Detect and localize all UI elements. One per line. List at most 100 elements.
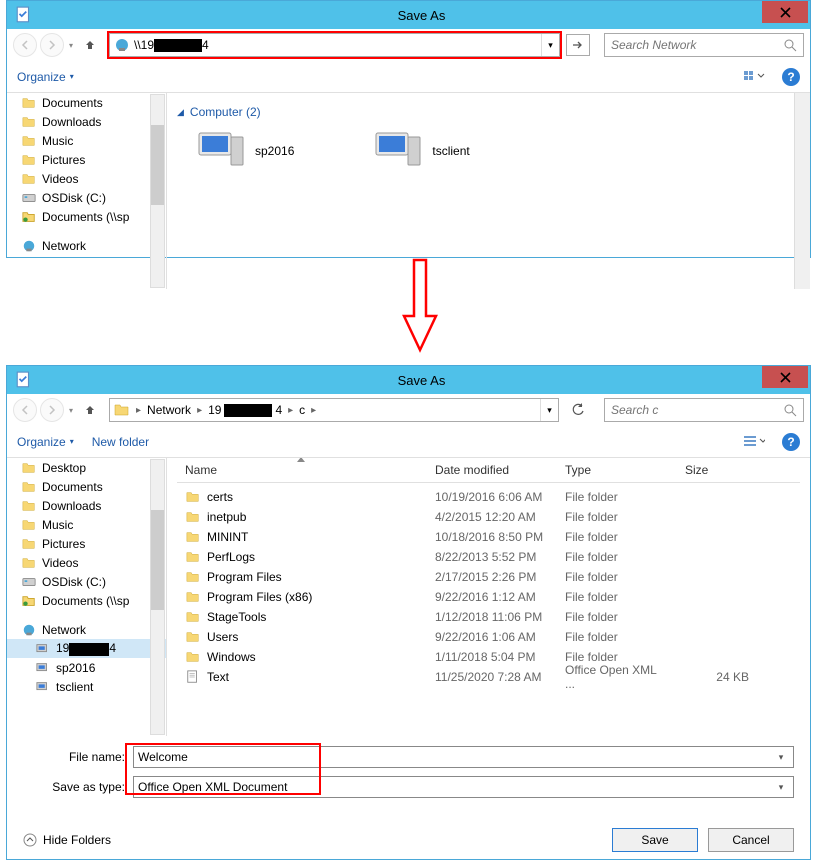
search-box[interactable] [604, 398, 804, 422]
tree-item[interactable]: Documents (\\sp [7, 591, 166, 610]
tree-item[interactable]: Downloads [7, 112, 166, 131]
tree-item[interactable]: Music [7, 515, 166, 534]
chevron-down-icon[interactable]: ▾ [773, 752, 789, 763]
file-type: File folder [557, 650, 677, 664]
up-icon [83, 403, 97, 417]
file-date: 10/18/2016 8:50 PM [427, 530, 557, 544]
chevron-right-icon[interactable]: ▸ [288, 405, 293, 416]
scrollbar-thumb[interactable] [151, 510, 164, 610]
folder-icon [21, 499, 37, 513]
search-icon [784, 404, 797, 417]
view-options-button[interactable] [738, 66, 770, 88]
file-row[interactable]: Program Files2/17/2015 2:26 PMFile folde… [177, 567, 800, 587]
content-scrollbar[interactable] [794, 93, 810, 289]
help-button[interactable]: ? [782, 433, 800, 451]
address-dropdown[interactable]: ▾ [540, 399, 558, 421]
up-button[interactable] [78, 398, 102, 422]
tree-item[interactable]: Music [7, 131, 166, 150]
save-button[interactable]: Save [612, 828, 698, 852]
forward-button[interactable] [40, 33, 64, 57]
help-button[interactable]: ? [782, 68, 800, 86]
recent-dropdown[interactable]: ▾ [69, 41, 73, 50]
chevron-down-icon[interactable]: ▾ [773, 782, 789, 793]
hide-folders-button[interactable]: Hide Folders [23, 833, 111, 847]
close-button[interactable] [762, 366, 808, 388]
file-row[interactable]: Users9/22/2016 1:06 AMFile folder [177, 627, 800, 647]
search-box[interactable] [604, 33, 804, 57]
tree-label: Documents (\\sp [42, 594, 129, 608]
tree-item[interactable]: Videos [7, 553, 166, 572]
save-as-dialog-1: Save As ▾ \\194 ▾ Organize▾ ? [6, 0, 811, 258]
tree-item-network[interactable]: Network [7, 236, 166, 255]
cancel-button[interactable]: Cancel [708, 828, 794, 852]
titlebar[interactable]: Save As [7, 366, 810, 394]
tree-item-computer[interactable]: 194 [7, 639, 166, 658]
tree-item-network[interactable]: Network [7, 620, 166, 639]
search-input[interactable] [611, 403, 784, 417]
group-header-computer[interactable]: ◢ Computer (2) [177, 105, 800, 119]
file-type: File folder [557, 530, 677, 544]
breadcrumb-segment[interactable]: c [299, 403, 305, 417]
computer-label: tsclient [432, 144, 469, 158]
view-icon [743, 435, 765, 449]
column-date[interactable]: Date modified [427, 458, 557, 482]
close-button[interactable] [762, 1, 808, 23]
refresh-button[interactable] [566, 399, 590, 421]
tree-item[interactable]: Pictures [7, 534, 166, 553]
titlebar[interactable]: Save As [7, 1, 810, 29]
view-options-button[interactable] [738, 431, 770, 453]
column-size[interactable]: Size [677, 458, 757, 482]
organize-menu[interactable]: Organize▾ [17, 435, 74, 449]
address-bar[interactable]: \\194 ▾ [109, 33, 560, 57]
file-row[interactable]: inetpub4/2/2015 12:20 AMFile folder [177, 507, 800, 527]
tree-item-computer[interactable]: tsclient [7, 677, 166, 696]
scrollbar-thumb[interactable] [151, 125, 164, 205]
filename-combo[interactable]: Welcome ▾ [133, 746, 794, 768]
breadcrumb-bar[interactable]: ▸ Network ▸ 194 ▸ c ▸ ▾ [109, 398, 559, 422]
tree-item[interactable]: Documents (\\sp [7, 207, 166, 226]
breadcrumb-segment[interactable]: Network [147, 403, 191, 417]
computer-item[interactable]: tsclient [374, 131, 469, 171]
tree-item[interactable]: Pictures [7, 150, 166, 169]
back-button[interactable] [13, 398, 37, 422]
column-type[interactable]: Type [557, 458, 677, 482]
sort-asc-icon [297, 458, 305, 463]
filename-value: Welcome [138, 750, 188, 764]
file-row[interactable]: StageTools1/12/2018 11:06 PMFile folder [177, 607, 800, 627]
forward-button[interactable] [40, 398, 64, 422]
tree-item[interactable]: Documents [7, 93, 166, 112]
chevron-right-icon[interactable]: ▸ [136, 405, 141, 416]
file-row[interactable]: Program Files (x86)9/22/2016 1:12 AMFile… [177, 587, 800, 607]
tree-scrollbar[interactable] [150, 459, 165, 735]
computer-item[interactable]: sp2016 [197, 131, 294, 171]
file-row[interactable]: MININT10/18/2016 8:50 PMFile folder [177, 527, 800, 547]
saveastype-combo[interactable]: Office Open XML Document ▾ [133, 776, 794, 798]
address-dropdown[interactable]: ▾ [541, 34, 559, 56]
tree-item[interactable]: OSDisk (C:) [7, 572, 166, 591]
chevron-right-icon[interactable]: ▸ [311, 405, 316, 416]
back-button[interactable] [13, 33, 37, 57]
search-input[interactable] [611, 38, 784, 52]
file-row[interactable]: certs10/19/2016 6:06 AMFile folder [177, 487, 800, 507]
file-date: 1/11/2018 5:04 PM [427, 650, 557, 664]
tree-item[interactable]: OSDisk (C:) [7, 188, 166, 207]
organize-menu[interactable]: Organize▾ [17, 70, 74, 84]
tree-item[interactable]: Videos [7, 169, 166, 188]
go-button[interactable] [566, 34, 590, 56]
tree-scrollbar[interactable] [150, 94, 165, 288]
up-button[interactable] [78, 33, 102, 57]
file-row[interactable]: PerfLogs8/22/2013 5:52 PMFile folder [177, 547, 800, 567]
folder-icon [114, 402, 130, 418]
file-row[interactable]: Windows1/11/2018 5:04 PMFile folder [177, 647, 800, 667]
column-name[interactable]: Name [177, 458, 427, 482]
tree-item[interactable]: Desktop [7, 458, 166, 477]
chevron-right-icon[interactable]: ▸ [197, 405, 202, 416]
file-row[interactable]: Text11/25/2020 7:28 AMOffice Open XML ..… [177, 667, 800, 687]
tree-item[interactable]: Documents [7, 477, 166, 496]
tree-label: Network [42, 623, 86, 637]
tree-item[interactable]: Downloads [7, 496, 166, 515]
new-folder-button[interactable]: New folder [92, 435, 149, 449]
recent-dropdown[interactable]: ▾ [69, 406, 73, 415]
breadcrumb-segment[interactable]: 194 [208, 403, 282, 417]
tree-item-computer[interactable]: sp2016 [7, 658, 166, 677]
